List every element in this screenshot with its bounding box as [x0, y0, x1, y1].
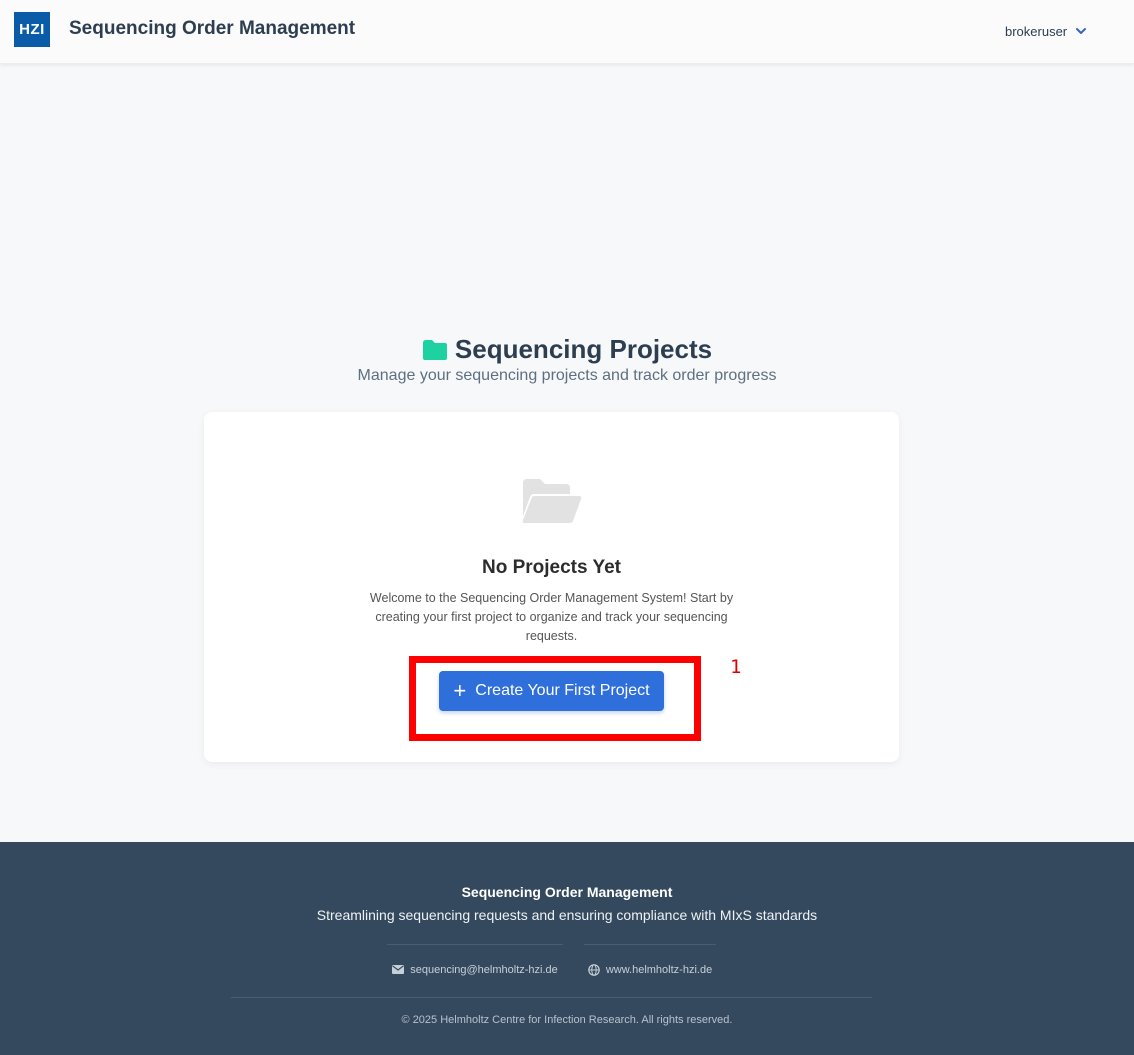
footer-copyright: © 2025 Helmholtz Centre for Infection Re…: [401, 1014, 733, 1026]
footer-email-text: sequencing@helmholtz-hzi.de: [410, 963, 558, 976]
footer-email-link[interactable]: sequencing@helmholtz-hzi.de: [387, 944, 563, 994]
annotation-label: 1: [730, 656, 742, 678]
envelope-icon: [392, 965, 405, 974]
hzi-logo[interactable]: HZI: [14, 12, 50, 47]
annotation-box: [409, 656, 701, 741]
footer-website-link[interactable]: www.helmholtz-hzi.de: [584, 944, 716, 994]
footer-divider: [231, 997, 872, 998]
footer-tagline: Streamlining sequencing requests and ens…: [316, 907, 818, 923]
globe-icon: [588, 963, 600, 976]
empty-state-title: No Projects Yet: [481, 557, 622, 578]
username-label: brokeruser: [1005, 23, 1068, 39]
footer-website-text: www.helmholtz-hzi.de: [605, 963, 713, 976]
top-header: HZI Sequencing Order Management brokerus…: [0, 0, 1134, 64]
folder-open-icon: [522, 479, 582, 523]
footer-title: Sequencing Order Management: [461, 884, 673, 900]
page-subtitle: Manage your sequencing projects and trac…: [357, 367, 777, 384]
chevron-down-icon: [1076, 28, 1087, 34]
folder-icon: [422, 339, 447, 360]
page-footer: Sequencing Order Management Streamlining…: [0, 842, 1134, 1055]
page-title: Sequencing Projects: [454, 334, 713, 364]
empty-state-text: Welcome to the Sequencing Order Manageme…: [369, 591, 734, 643]
app-title[interactable]: Sequencing Order Management: [69, 18, 355, 40]
page-heading: Sequencing Projects: [0, 334, 1134, 365]
user-menu[interactable]: brokeruser: [1005, 22, 1087, 40]
